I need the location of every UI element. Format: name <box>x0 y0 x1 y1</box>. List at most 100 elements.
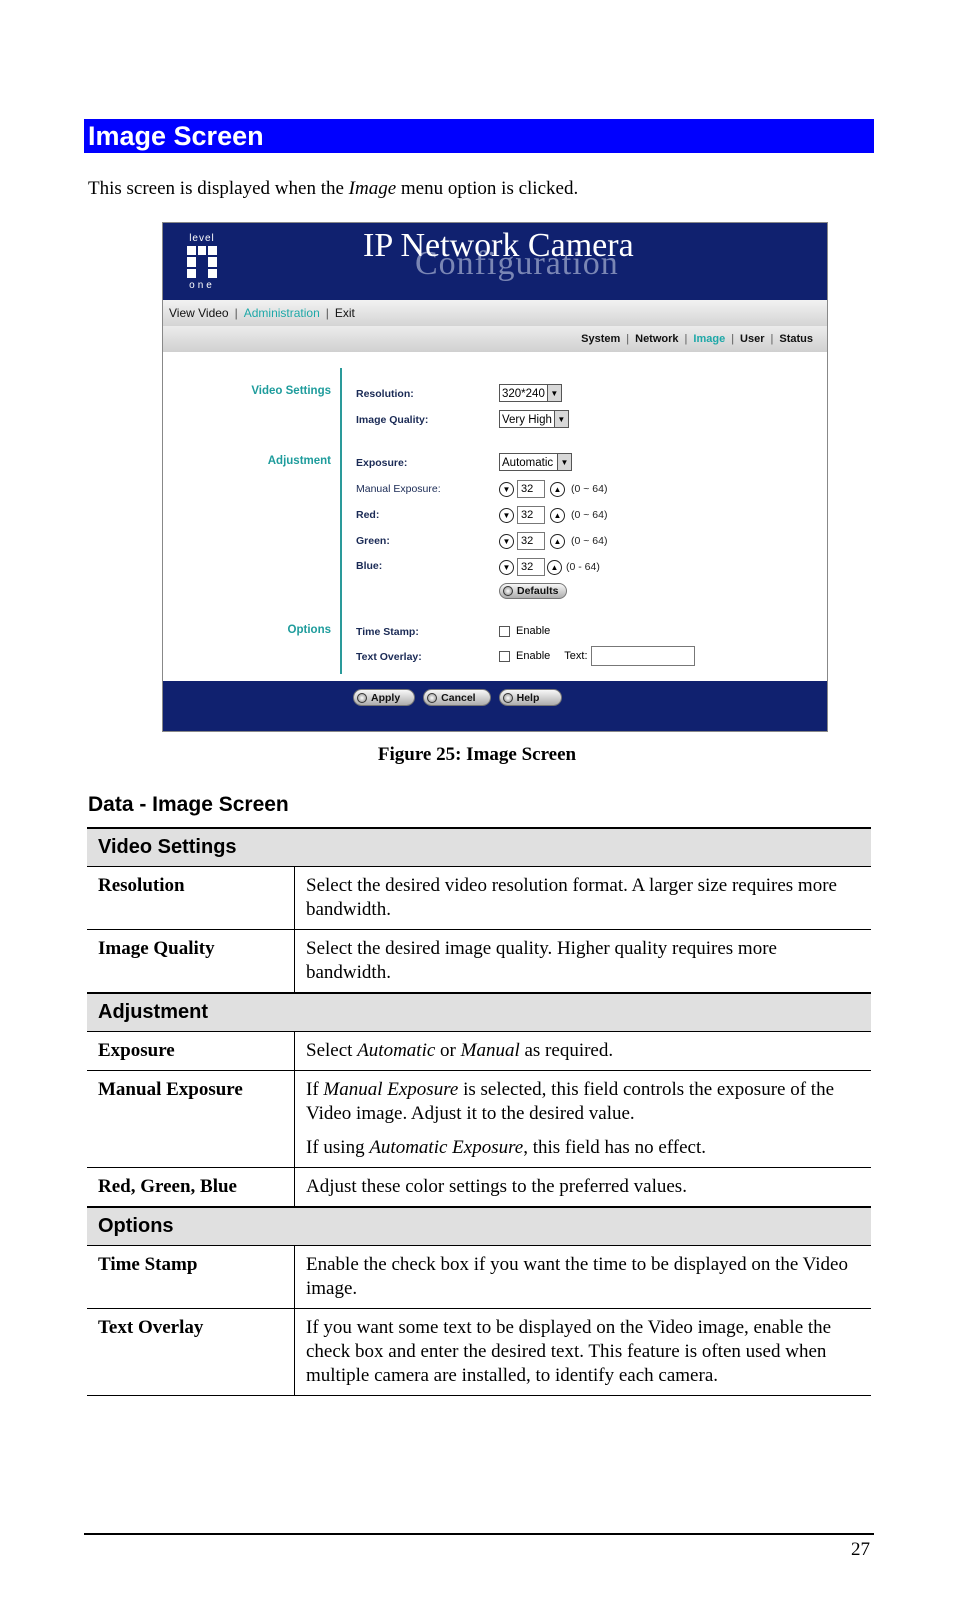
row-key: Time Stamp <box>87 1245 295 1309</box>
apply-label: Apply <box>371 691 401 704</box>
exposure-select[interactable]: Automatic ▼ <box>499 453 572 471</box>
section-heading: Image Screen <box>84 119 874 153</box>
image-quality-value: Very High <box>499 410 554 428</box>
increment-icon[interactable]: ▲ <box>547 559 562 575</box>
cancel-button[interactable]: Cancel <box>423 689 491 706</box>
exposure-value: Automatic <box>499 453 557 471</box>
row-key: Text Overlay <box>87 1308 295 1396</box>
intro-emphasis: Image <box>348 178 397 199</box>
green-range: (0 ~ 64) <box>571 535 608 547</box>
table-row: Time Stamp Enable the check box if you w… <box>87 1245 871 1309</box>
time-stamp-control: Enable <box>499 625 550 637</box>
table-row: Red, Green, Blue Adjust these color sett… <box>87 1167 871 1207</box>
subnav-status[interactable]: Status <box>779 333 813 345</box>
decrement-icon[interactable]: ▼ <box>499 533 514 549</box>
figure-screenshot: level one IP Network Camera Configuratio… <box>162 222 828 732</box>
row-key: Resolution <box>87 866 295 930</box>
manual-exposure-range: (0 ~ 64) <box>571 483 608 495</box>
divider <box>340 368 342 674</box>
figure-caption: Figure 25: Image Screen <box>377 744 577 765</box>
radio-dot-icon <box>357 692 367 703</box>
subnav-user[interactable]: User <box>740 333 764 345</box>
intro-text-end: menu option is clicked. <box>396 178 579 199</box>
decrement-icon[interactable]: ▼ <box>499 481 514 497</box>
radio-dot-icon <box>427 692 438 703</box>
row-value: If Manual Exposure is selected, this fie… <box>306 1079 835 1158</box>
resolution-value: 320*240 <box>499 384 547 402</box>
green-label: Green: <box>356 535 390 547</box>
increment-icon[interactable]: ▲ <box>550 533 565 549</box>
camera-footer: Apply Cancel Help <box>163 681 827 731</box>
resolution-label: Resolution: <box>356 388 414 400</box>
page-number: 27 <box>851 1539 870 1560</box>
row-value: Select the desired image quality. Higher… <box>306 938 777 983</box>
nav-view-video[interactable]: View Video <box>169 306 229 320</box>
nav-administration[interactable]: Administration <box>244 306 320 320</box>
section-title: Adjustment <box>87 993 871 1032</box>
row-value: Select the desired video resolution form… <box>306 875 837 920</box>
green-stepper: ▼ 32 ▲ (0 ~ 64) <box>499 532 607 550</box>
manual-exposure-input[interactable]: 32 <box>517 480 545 498</box>
table-row: Image Quality Select the desired image q… <box>87 929 871 993</box>
chevron-down-icon[interactable]: ▼ <box>546 384 562 402</box>
data-table: Video Settings Resolution Select the des… <box>87 827 871 1396</box>
text-overlay-control: Enable Text: <box>499 646 695 666</box>
decrement-icon[interactable]: ▼ <box>499 507 514 523</box>
chevron-down-icon[interactable]: ▼ <box>553 410 569 428</box>
resolution-select[interactable]: 320*240 ▼ <box>499 384 562 402</box>
chevron-down-icon[interactable]: ▼ <box>557 453 572 471</box>
defaults-label: Defaults <box>517 585 559 597</box>
section-title: Options <box>87 1207 871 1246</box>
group-adjustment: Adjustment <box>267 455 331 467</box>
subnav-network[interactable]: Network <box>635 333 678 345</box>
camera-title: IP Network Camera <box>363 227 634 264</box>
logo-text-bottom: one <box>189 280 215 291</box>
radio-dot-icon <box>502 692 513 703</box>
table-section-header: Options <box>87 1207 871 1246</box>
help-button[interactable]: Help <box>498 689 563 706</box>
intro-text: This screen is displayed when the <box>88 178 349 199</box>
table-row: Exposure Select Automatic or Manual as r… <box>87 1031 871 1071</box>
red-input[interactable]: 32 <box>517 506 545 524</box>
group-options: Options <box>287 624 331 636</box>
row-key: Red, Green, Blue <box>87 1167 295 1207</box>
decrement-icon[interactable]: ▼ <box>499 559 514 575</box>
image-quality-select[interactable]: Very High ▼ <box>499 410 569 428</box>
table-row: Text Overlay If you want some text to be… <box>87 1308 871 1396</box>
footer-rule <box>84 1533 874 1535</box>
table-row: Resolution Select the desired video reso… <box>87 866 871 930</box>
red-label: Red: <box>356 509 380 521</box>
red-stepper: ▼ 32 ▲ (0 ~ 64) <box>499 506 607 524</box>
defaults-button[interactable]: Defaults <box>499 583 568 599</box>
green-input[interactable]: 32 <box>517 532 545 550</box>
nav-exit[interactable]: Exit <box>335 306 355 320</box>
help-label: Help <box>516 691 540 704</box>
text-overlay-enable-label: Enable <box>516 650 551 662</box>
row-key: Image Quality <box>87 929 295 993</box>
sub-nav: System | Network | Image | User | Status <box>163 326 827 352</box>
row-value: If you want some text to be displayed on… <box>306 1317 832 1386</box>
increment-icon[interactable]: ▲ <box>550 507 565 523</box>
text-overlay-input[interactable] <box>590 646 695 666</box>
radio-dot-icon <box>503 586 513 596</box>
time-stamp-checkbox[interactable] <box>499 625 510 637</box>
row-value: Enable the check box if you want the tim… <box>306 1254 848 1299</box>
increment-icon[interactable]: ▲ <box>550 481 565 497</box>
apply-button[interactable]: Apply <box>353 689 416 706</box>
time-stamp-enable-label: Enable <box>516 625 551 637</box>
image-quality-label: Image Quality: <box>356 414 429 426</box>
row-value: Adjust these color settings to the prefe… <box>306 1176 687 1197</box>
exposure-label: Exposure: <box>356 457 408 469</box>
row-key: Manual Exposure <box>87 1070 295 1168</box>
subnav-image[interactable]: Image <box>693 333 725 345</box>
manual-exposure-stepper: ▼ 32 ▲ (0 ~ 64) <box>499 480 607 498</box>
levelone-logo-icon: level one <box>183 233 221 291</box>
red-range: (0 ~ 64) <box>571 509 608 521</box>
text-overlay-checkbox[interactable] <box>499 650 510 662</box>
blue-input[interactable]: 32 <box>517 558 545 576</box>
data-heading: Data - Image Screen <box>88 793 289 816</box>
row-value: Select Automatic or Manual as required. <box>306 1040 614 1061</box>
subnav-system[interactable]: System <box>581 333 620 345</box>
cancel-label: Cancel <box>441 691 476 704</box>
manual-exposure-label: Manual Exposure: <box>356 483 441 495</box>
